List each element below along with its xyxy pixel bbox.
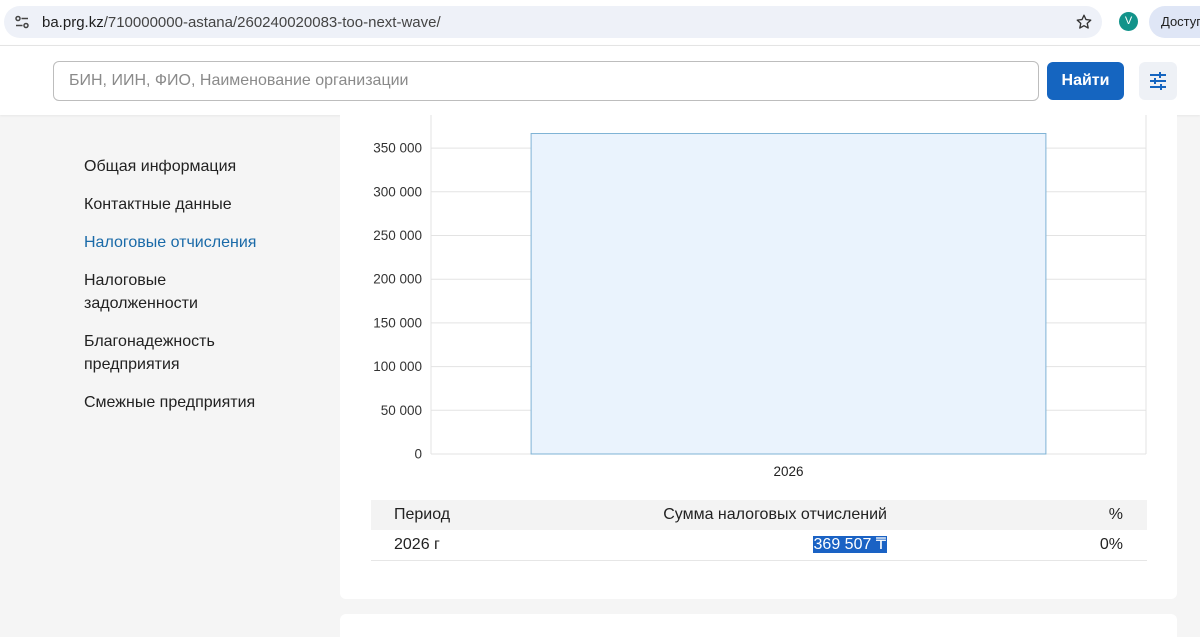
access-button[interactable]: Доступно [1149,6,1200,38]
y-tick-label: 100 000 [373,359,422,374]
tax-payments-chart: 0 50 000 100 000 150 000 200 000 250 000 300 0… [373,115,1147,479]
sidebar-item-contacts[interactable]: Контактные данные [84,193,304,216]
url-text[interactable]: ba.prg.kz/710000000-astana/260240020083-… [42,14,441,31]
y-tick-label: 150 000 [373,315,422,330]
sidebar-item-reliability[interactable]: Благонадежность предприятия [84,330,234,376]
url-host: ba.prg.kz [42,14,104,31]
sidebar-item-related-companies[interactable]: Смежные предприятия [84,391,304,414]
address-bar[interactable]: ba.prg.kz/710000000-astana/260240020083-… [4,6,1102,38]
y-tick-label: 300 000 [373,184,422,199]
tax-payments-card: 0 50 000 100 000 150 000 200 000 250 000 300 0… [340,115,1177,599]
cell-period: 2026 г [394,536,440,553]
sliders-icon [1150,72,1166,90]
cell-percent: 0% [1099,536,1123,553]
sidebar-item-tax-debts[interactable]: Налоговые задолженности [84,269,234,315]
column-header-sum: Сумма налоговых отчислений [663,506,887,523]
y-tick-label: 0 [414,447,422,462]
sidebar-item-general-info[interactable]: Общая информация [84,155,304,178]
sidebar-item-tax-payments[interactable]: Налоговые отчисления [84,231,304,254]
y-tick-label: 50 000 [381,403,422,418]
bookmark-star-icon[interactable] [1075,13,1093,31]
cell-sum: 369 507 ₸ [812,536,887,553]
browser-toolbar: ba.prg.kz/710000000-astana/260240020083-… [0,0,1200,45]
filter-button[interactable] [1139,62,1177,100]
site-settings-icon[interactable] [14,14,30,30]
table-row: 2026 г 369 507 ₸ 0% [371,530,1147,561]
y-tick-label: 250 000 [373,228,422,243]
x-tick-label: 2026 [773,464,803,479]
site-header: Найти [0,45,1200,115]
sidebar-nav: Общая информация Контактные данные Налог… [84,155,304,429]
y-tick-label: 200 000 [373,272,422,287]
next-section-card [340,614,1177,637]
profile-avatar[interactable]: V [1119,12,1138,31]
table-header-row: Период Сумма налоговых отчислений % [371,500,1147,530]
url-path: /710000000-astana/260240020083-too-next-… [103,14,441,31]
search-button[interactable]: Найти [1047,62,1124,100]
search-input[interactable] [53,61,1039,101]
column-header-percent: % [1108,506,1123,523]
column-header-period: Период [394,506,451,523]
y-tick-label: 350 000 [373,141,422,156]
bar [530,133,1047,455]
